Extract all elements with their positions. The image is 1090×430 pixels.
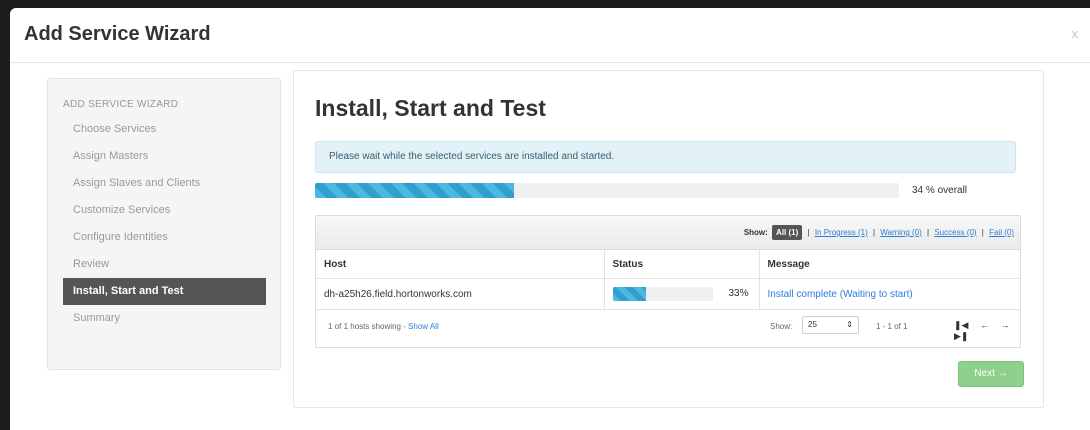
filter-separator: |: [807, 228, 810, 237]
modal-body: ADD SERVICE WIZARD Choose Services Assig…: [10, 63, 1090, 430]
close-icon[interactable]: x: [1072, 26, 1079, 41]
filter-separator: |: [927, 228, 930, 237]
column-header-message[interactable]: Message: [759, 250, 1020, 279]
select-caret-icon: ⇕: [846, 320, 853, 329]
page-size-label: Show:: [770, 322, 793, 331]
hosts-showing-text: 1 of 1 hosts showing - Show All: [328, 322, 439, 331]
table-row: dh-a25h26.field.hortonworks.com 33% Inst…: [316, 278, 1020, 310]
pagination: ❚◀ ← → ▶❚: [954, 320, 1020, 342]
overall-progress-label: 34 % overall: [912, 185, 968, 196]
prev-page-icon[interactable]: ←: [980, 320, 989, 330]
sidebar-heading: ADD SERVICE WIZARD: [63, 99, 179, 110]
sidebar-item-install-start-test[interactable]: Install, Start and Test: [63, 278, 266, 305]
sidebar-item-assign-slaves[interactable]: Assign Slaves and Clients: [48, 170, 280, 197]
filter-bar: Show: All (1) | In Progress (1) | Warnin…: [316, 216, 1020, 250]
sidebar-item-assign-masters[interactable]: Assign Masters: [48, 143, 280, 170]
filter-show-label: Show:: [743, 228, 768, 237]
wizard-content: Install, Start and Test Please wait whil…: [293, 70, 1044, 408]
filter-separator: |: [981, 228, 984, 237]
first-page-icon[interactable]: ❚◀: [954, 320, 968, 330]
table-footer: 1 of 1 hosts showing - Show All Show: 25…: [316, 310, 1020, 342]
sidebar-item-configure-identities[interactable]: Configure Identities: [48, 224, 280, 251]
filter-in-progress[interactable]: In Progress (1): [815, 228, 868, 237]
sidebar-item-choose-services[interactable]: Choose Services: [48, 116, 280, 143]
next-button[interactable]: Next →: [958, 361, 1024, 387]
background-edge: [0, 0, 10, 430]
table-header-row: Host Status Message: [316, 250, 1020, 279]
host-name: dh-a25h26.field.hortonworks.com: [316, 278, 605, 310]
show-all-link[interactable]: Show All: [408, 322, 439, 331]
filter-all[interactable]: All (1): [772, 225, 803, 240]
host-message-cell: Install complete (Waiting to start): [759, 278, 1020, 310]
sidebar-item-review[interactable]: Review: [48, 251, 280, 278]
next-page-icon[interactable]: →: [1001, 320, 1010, 330]
info-alert: Please wait while the selected services …: [315, 141, 1016, 173]
wizard-sidebar: ADD SERVICE WIZARD Choose Services Assig…: [47, 78, 281, 370]
overall-progress-fill: [315, 183, 514, 198]
page-range: 1 - 1 of 1: [876, 322, 908, 331]
column-header-status[interactable]: Status: [604, 250, 760, 279]
hosts-table-box: Show: All (1) | In Progress (1) | Warnin…: [315, 215, 1021, 348]
modal-title: Add Service Wizard: [24, 23, 211, 45]
wizard-modal: Add Service Wizard x ADD SERVICE WIZARD …: [10, 8, 1090, 430]
filter-warning[interactable]: Warning (0): [880, 228, 922, 237]
host-progress-bar: [612, 287, 713, 301]
filter-success[interactable]: Success (0): [934, 228, 976, 237]
hosts-showing-count: 1 of 1 hosts showing -: [328, 322, 409, 331]
column-header-host[interactable]: Host: [316, 250, 605, 279]
sidebar-item-summary[interactable]: Summary: [48, 305, 280, 332]
hosts-table: Host Status Message dh-a25h26.field.hort…: [316, 250, 1020, 310]
filter-fail[interactable]: Fail (0): [989, 228, 1014, 237]
last-page-icon[interactable]: ▶❚: [954, 331, 968, 341]
page-size-select[interactable]: 25 ⇕: [802, 316, 859, 334]
overall-progress-bar: [315, 183, 899, 198]
page-size-value: 25: [808, 320, 817, 329]
host-progress-percent: 33%: [728, 288, 749, 299]
modal-header: Add Service Wizard x: [10, 8, 1090, 63]
host-status-cell: 33%: [604, 278, 760, 310]
host-progress-fill: [612, 287, 646, 301]
host-message-link[interactable]: Install complete (Waiting to start): [768, 289, 913, 300]
sidebar-item-customize-services[interactable]: Customize Services: [48, 197, 280, 224]
filter-separator: |: [872, 228, 876, 237]
page-title: Install, Start and Test: [315, 95, 546, 121]
